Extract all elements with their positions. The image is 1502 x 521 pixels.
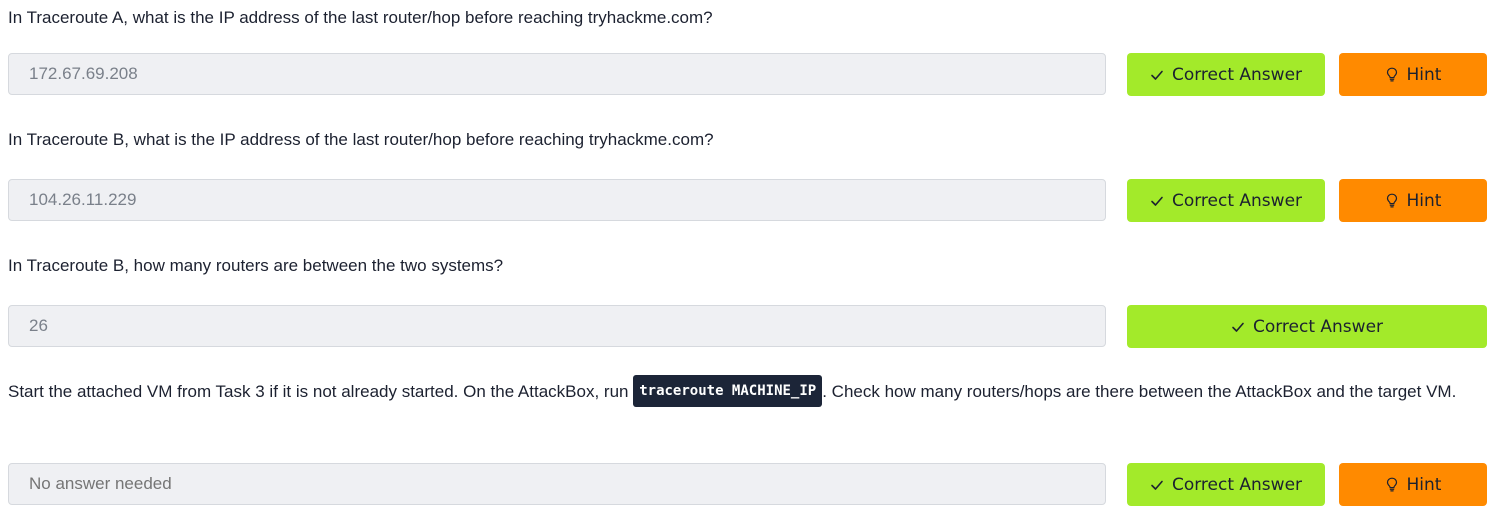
correct-answer-label: Correct Answer	[1252, 316, 1384, 337]
check-icon	[1150, 194, 1164, 208]
question-1: In Traceroute A, what is the IP address …	[8, 2, 1487, 34]
correct-answer-button[interactable]: Correct Answer	[1127, 463, 1325, 506]
answer-field[interactable]	[8, 53, 1106, 95]
check-icon	[1231, 320, 1245, 334]
lightbulb-icon	[1385, 193, 1399, 208]
question-2: In Traceroute B, what is the IP address …	[8, 124, 1487, 156]
check-icon	[1150, 68, 1164, 82]
question-text: In Traceroute B, how many routers are be…	[8, 256, 504, 275]
hint-label: Hint	[1406, 474, 1442, 495]
lightbulb-icon	[1385, 477, 1399, 492]
hint-button[interactable]: Hint	[1339, 53, 1487, 96]
answer-row-3: Correct Answer	[8, 305, 1487, 349]
question-4: Start the attached VM from Task 3 if it …	[8, 374, 1487, 409]
hint-button[interactable]: Hint	[1339, 463, 1487, 506]
question-text-after: . Check how many routers/hops are there …	[822, 382, 1457, 401]
lightbulb-icon	[1385, 67, 1399, 82]
answer-field[interactable]	[8, 305, 1106, 347]
hint-label: Hint	[1406, 190, 1442, 211]
question-text: In Traceroute A, what is the IP address …	[8, 8, 713, 27]
question-3: In Traceroute B, how many routers are be…	[8, 250, 1487, 282]
answer-row-1: Correct Answer Hint	[8, 53, 1487, 97]
check-icon	[1150, 478, 1164, 492]
answer-field[interactable]	[8, 463, 1106, 505]
correct-answer-label: Correct Answer	[1171, 474, 1303, 495]
correct-answer-button[interactable]: Correct Answer	[1127, 53, 1325, 96]
answer-field[interactable]	[8, 179, 1106, 221]
question-text: Start the attached VM from Task 3 if it …	[8, 374, 1487, 409]
hint-button[interactable]: Hint	[1339, 179, 1487, 222]
inline-code: traceroute MACHINE_IP	[633, 374, 823, 407]
correct-answer-label: Correct Answer	[1171, 64, 1303, 85]
question-text: In Traceroute B, what is the IP address …	[8, 130, 714, 149]
hint-label: Hint	[1406, 64, 1442, 85]
answer-row-4: Correct Answer Hint	[8, 463, 1487, 507]
correct-answer-button[interactable]: Correct Answer	[1127, 305, 1487, 348]
correct-answer-label: Correct Answer	[1171, 190, 1303, 211]
correct-answer-button[interactable]: Correct Answer	[1127, 179, 1325, 222]
answer-row-2: Correct Answer Hint	[8, 179, 1487, 223]
question-text-before: Start the attached VM from Task 3 if it …	[8, 382, 634, 401]
